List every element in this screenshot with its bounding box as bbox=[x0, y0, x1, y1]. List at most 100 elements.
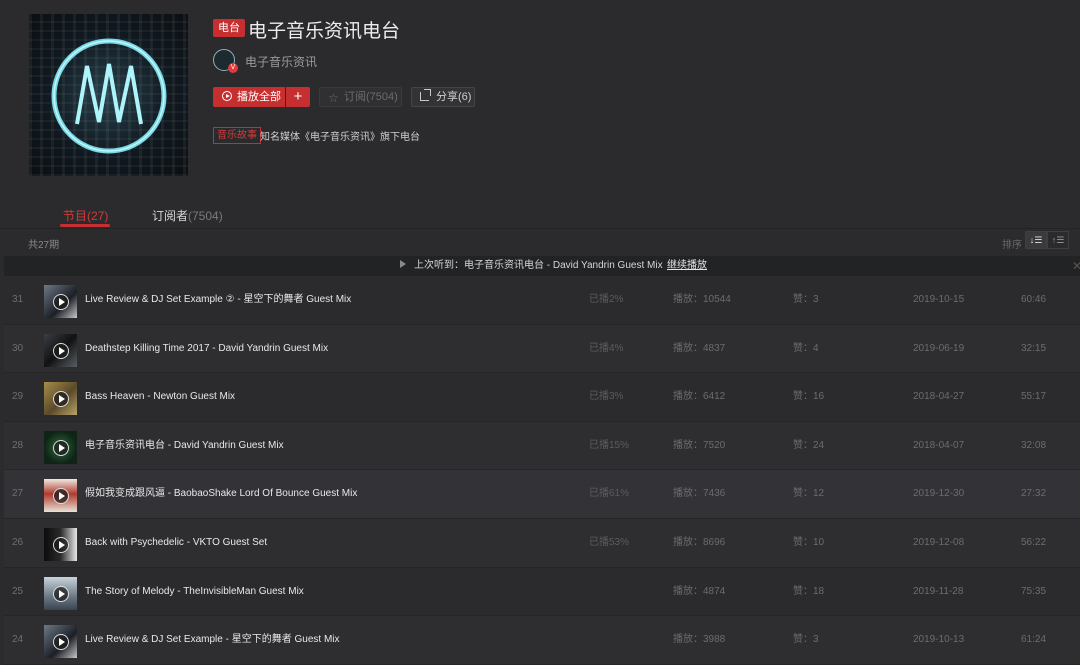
category-tag[interactable]: 音乐故事 bbox=[213, 127, 261, 144]
episode-likes: 赞：10 bbox=[793, 536, 825, 548]
episode-title[interactable]: Live Review & DJ Set Example - 星空下的舞者 Gu… bbox=[85, 616, 340, 664]
radio-header: 电台 电子音乐资讯电台 V 电子音乐资讯 播放全部 + ☆ 订阅(7504) 分… bbox=[0, 0, 1080, 200]
episode-count: 共27期 bbox=[28, 240, 60, 251]
episode-progress: 已播2% bbox=[589, 294, 624, 305]
tab-divider bbox=[0, 228, 1080, 229]
episode-thumbnail[interactable] bbox=[44, 576, 77, 610]
play-circle-icon bbox=[222, 91, 232, 101]
episode-plays: 播放：3988 bbox=[673, 634, 726, 646]
episode-plays: 播放：7436 bbox=[673, 488, 726, 500]
episode-number: 26 bbox=[12, 536, 24, 548]
radio-type-tag: 电台 bbox=[213, 19, 245, 37]
episode-date: 2019-10-13 bbox=[913, 634, 965, 646]
episode-plays: 播放：6412 bbox=[673, 391, 726, 403]
episode-thumbnail[interactable] bbox=[44, 382, 77, 416]
share-button[interactable]: 分享(6) bbox=[411, 87, 475, 107]
star-icon: ☆ bbox=[328, 91, 339, 105]
episode-thumbnail[interactable] bbox=[44, 479, 77, 513]
episode-progress: 已播4% bbox=[589, 342, 624, 354]
episode-thumbnail[interactable] bbox=[44, 430, 77, 464]
add-to-playlist-button[interactable]: + bbox=[286, 87, 310, 107]
share-icon bbox=[420, 89, 431, 101]
episode-date: 2019-11-28 bbox=[913, 585, 964, 597]
table-row[interactable]: 27 假如我变成跟风逼 - BaobaoShake Lord Of Bounce… bbox=[4, 470, 1080, 519]
episode-number: 25 bbox=[12, 585, 24, 597]
sort-descending-button[interactable]: ↓☰ bbox=[1025, 231, 1047, 249]
episode-number: 28 bbox=[12, 439, 24, 451]
episode-number: 29 bbox=[12, 391, 24, 403]
sort-label: 排序 bbox=[1002, 240, 1022, 251]
table-row[interactable]: 25 The Story of Melody - TheInvisibleMan… bbox=[4, 567, 1080, 617]
episode-plays: 播放：4874 bbox=[673, 585, 726, 597]
close-icon[interactable]: ✕ bbox=[1072, 256, 1080, 276]
radio-cover-image bbox=[29, 14, 188, 176]
episode-duration: 75:35 bbox=[1021, 585, 1047, 597]
verified-icon: V bbox=[228, 63, 238, 73]
episode-likes: 赞：3 bbox=[793, 634, 819, 646]
subscribe-button[interactable]: ☆ 订阅(7504) bbox=[319, 87, 402, 107]
episode-duration: 27:32 bbox=[1021, 488, 1047, 500]
play-triangle-icon bbox=[400, 260, 406, 268]
play-icon[interactable] bbox=[53, 439, 69, 456]
cover-logo bbox=[51, 38, 167, 154]
episode-date: 2018-04-27 bbox=[913, 391, 965, 403]
episode-title[interactable]: Deathstep Killing Time 2017 - David Yand… bbox=[85, 325, 328, 373]
episode-likes: 赞：18 bbox=[793, 585, 825, 597]
table-row[interactable]: 29 Bass Heaven - Newton Guest Mix 已播3% 播… bbox=[4, 373, 1080, 422]
episode-number: 27 bbox=[12, 488, 24, 500]
episode-number: 31 bbox=[12, 294, 24, 305]
episode-title[interactable]: Live Review & DJ Set Example ② - 星空下的舞者 … bbox=[85, 276, 351, 324]
episode-thumbnail[interactable] bbox=[44, 333, 77, 367]
table-row[interactable]: 30 Deathstep Killing Time 2017 - David Y… bbox=[4, 324, 1080, 374]
episode-plays: 播放：4837 bbox=[673, 342, 726, 354]
play-icon[interactable] bbox=[53, 488, 69, 505]
episode-thumbnail[interactable] bbox=[44, 285, 77, 318]
episode-likes: 赞：16 bbox=[793, 391, 825, 403]
episode-progress: 已播15% bbox=[589, 439, 630, 451]
play-icon[interactable] bbox=[53, 342, 69, 359]
page-title: 电子音乐资讯电台 bbox=[248, 21, 401, 42]
episode-date: 2018-04-07 bbox=[913, 439, 965, 451]
episode-likes: 赞：3 bbox=[793, 294, 819, 305]
tab-programs[interactable]: 节目(27) bbox=[63, 207, 108, 224]
owner-name-link[interactable]: 电子音乐资讯 bbox=[245, 53, 317, 70]
episode-date: 2019-12-08 bbox=[913, 536, 965, 548]
episode-date: 2019-10-15 bbox=[913, 294, 965, 305]
episode-duration: 32:08 bbox=[1021, 439, 1047, 451]
episode-likes: 赞：4 bbox=[793, 342, 819, 354]
episode-title[interactable]: Back with Psychedelic - VKTO Guest Set bbox=[85, 519, 267, 567]
play-all-button[interactable]: 播放全部 bbox=[213, 87, 285, 107]
episode-thumbnail[interactable] bbox=[44, 625, 77, 659]
episode-progress: 已播61% bbox=[589, 488, 630, 500]
episode-title[interactable]: Bass Heaven - Newton Guest Mix bbox=[85, 373, 235, 421]
tab-subscribers[interactable]: 订阅者(7504) bbox=[152, 207, 223, 224]
table-row[interactable]: 28 电子音乐资讯电台 - David Yandrin Guest Mix 已播… bbox=[4, 421, 1080, 471]
resume-text: 上次听到：电子音乐资讯电台 - David Yandrin Guest Mix bbox=[414, 260, 663, 271]
share-label: 分享(6) bbox=[436, 91, 472, 103]
tab-subscribers-count: (7504) bbox=[188, 209, 223, 223]
table-row[interactable]: 26 Back with Psychedelic - VKTO Guest Se… bbox=[4, 518, 1080, 568]
table-row[interactable]: 24 Live Review & DJ Set Example - 星空下的舞者… bbox=[4, 616, 1080, 665]
episode-duration: 60:46 bbox=[1021, 294, 1047, 305]
play-icon[interactable] bbox=[53, 585, 69, 602]
episode-title[interactable]: The Story of Melody - TheInvisibleMan Gu… bbox=[85, 568, 304, 616]
episode-title[interactable]: 电子音乐资讯电台 - David Yandrin Guest Mix bbox=[85, 422, 284, 470]
active-tab-indicator bbox=[60, 224, 110, 227]
episode-likes: 赞：12 bbox=[793, 488, 825, 500]
play-icon[interactable] bbox=[53, 391, 69, 408]
episode-thumbnail[interactable] bbox=[44, 527, 77, 561]
radio-description: 知名媒体《电子音乐资讯》旗下电台 bbox=[260, 132, 420, 143]
episode-duration: 56:22 bbox=[1021, 536, 1047, 548]
episode-plays: 播放：8696 bbox=[673, 536, 726, 548]
owner-avatar[interactable]: V bbox=[213, 49, 238, 73]
episode-progress: 已播53% bbox=[589, 536, 630, 548]
continue-playing-link[interactable]: 继续播放 bbox=[667, 256, 707, 276]
play-icon[interactable] bbox=[53, 536, 69, 553]
play-icon[interactable] bbox=[53, 634, 69, 651]
episode-title[interactable]: 假如我变成跟风逼 - BaobaoShake Lord Of Bounce Gu… bbox=[85, 470, 357, 518]
play-all-label: 播放全部 bbox=[237, 91, 281, 103]
play-icon[interactable] bbox=[53, 294, 69, 310]
sort-ascending-button[interactable]: ↑☰ bbox=[1047, 231, 1069, 249]
episode-list: 31 Live Review & DJ Set Example ② - 星空下的… bbox=[4, 276, 1080, 665]
table-row[interactable]: 31 Live Review & DJ Set Example ② - 星空下的… bbox=[4, 276, 1080, 325]
